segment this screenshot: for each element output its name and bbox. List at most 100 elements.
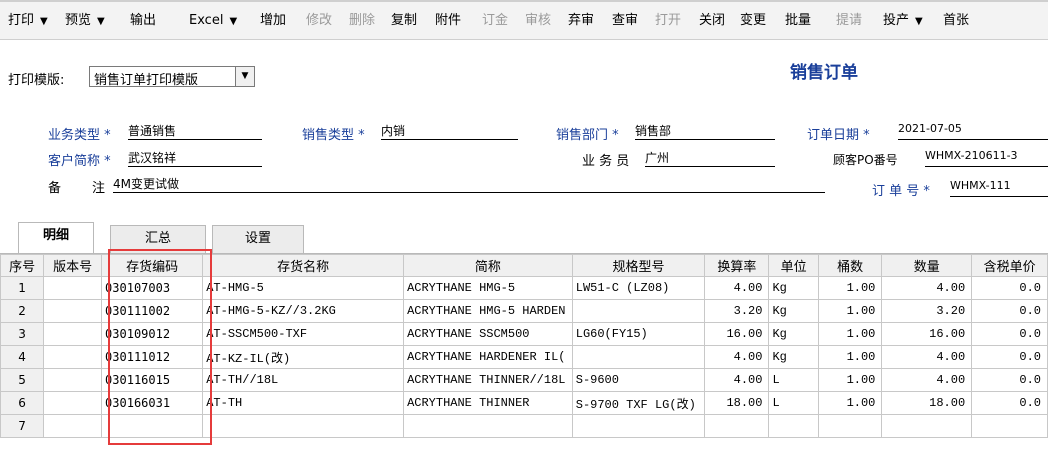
table-cell[interactable]: AT-HMG-5 (202, 276, 405, 300)
table-row[interactable]: 4 030111012 AT-KZ-IL(改) ACRYTHANE HARDENER … (0, 345, 1048, 369)
table-cell[interactable]: 18.00 (881, 391, 973, 415)
remark-field[interactable]: 4M变更试做 (113, 175, 825, 193)
table-cell[interactable] (43, 276, 103, 300)
salesman-field[interactable]: 广州 (645, 149, 775, 167)
table-cell[interactable]: 030116015 (101, 368, 204, 392)
table-cell[interactable]: AT-SSCM500-TXF (202, 322, 405, 346)
table-cell[interactable]: ACRYTHANE HMG-5 HARDEN (403, 299, 573, 323)
table-cell[interactable]: 030111012 (101, 345, 204, 369)
table-cell[interactable]: 1.00 (817, 391, 883, 415)
column-header[interactable]: 存货名称 (202, 254, 405, 277)
table-cell[interactable]: 1.00 (817, 345, 883, 369)
table-cell[interactable]: 1.00 (817, 299, 883, 323)
table-cell[interactable]: S-9600 (571, 368, 706, 392)
chevron-down-icon[interactable]: ▼ (40, 16, 48, 27)
toolbar-button-16[interactable]: 批量 (785, 2, 811, 40)
table-row[interactable]: 1 030107003 AT-HMG-5 ACRYTHANE HMG-5 LW51-C … (0, 276, 1048, 300)
column-header[interactable]: 桶数 (817, 254, 883, 277)
table-cell[interactable] (571, 414, 706, 438)
column-header[interactable]: 序号 (0, 254, 45, 277)
table-cell[interactable]: S-9700 TXF LG(改) (571, 391, 706, 415)
table-cell[interactable]: Kg (768, 299, 819, 323)
order-no-field[interactable]: WHMX-111 (950, 179, 1048, 197)
toolbar-button-12[interactable]: 查审 (612, 2, 638, 40)
table-cell[interactable]: ACRYTHANE SSCM500 (403, 322, 573, 346)
toolbar-button-11[interactable]: 弃审 (568, 2, 594, 40)
toolbar-button-15[interactable]: 变更 (740, 2, 766, 40)
toolbar-button-17[interactable]: 提请 (836, 2, 862, 40)
table-cell[interactable]: LW51-C (LZ08) (571, 276, 706, 300)
table-cell[interactable] (571, 345, 706, 369)
table-cell[interactable]: 0.0 (971, 322, 1048, 346)
chevron-down-icon[interactable]: ▼ (97, 16, 105, 27)
table-cell[interactable]: 4.00 (704, 368, 770, 392)
table-cell[interactable] (704, 414, 770, 438)
toolbar-button-2[interactable]: 输出 (130, 2, 156, 40)
table-cell[interactable]: L (768, 368, 819, 392)
table-cell[interactable]: Kg (768, 345, 819, 369)
table-cell[interactable]: Kg (768, 276, 819, 300)
table-cell[interactable]: 16.00 (881, 322, 973, 346)
column-header[interactable]: 简称 (403, 254, 573, 277)
table-cell[interactable]: ACRYTHANE THINNER (403, 391, 573, 415)
table-cell[interactable]: AT-KZ-IL(改) (202, 345, 405, 369)
chevron-down-icon[interactable]: ▼ (915, 16, 923, 27)
po-field[interactable]: WHMX-210611-3 (925, 149, 1048, 167)
table-cell[interactable] (43, 391, 103, 415)
table-cell[interactable]: Kg (768, 322, 819, 346)
table-cell[interactable]: 030109012 (101, 322, 204, 346)
table-cell[interactable] (43, 414, 103, 438)
toolbar-button-10[interactable]: 审核 (525, 2, 551, 40)
table-cell[interactable]: LG60(FY15) (571, 322, 706, 346)
table-cell[interactable]: 16.00 (704, 322, 770, 346)
toolbar-button-4[interactable]: 增加 (260, 2, 286, 40)
table-cell[interactable]: 0.0 (971, 299, 1048, 323)
toolbar-button-0[interactable]: 打印 ▼ (8, 2, 48, 40)
table-cell[interactable] (43, 299, 103, 323)
table-cell[interactable] (43, 345, 103, 369)
table-cell[interactable] (403, 414, 573, 438)
toolbar-button-6[interactable]: 删除 (349, 2, 375, 40)
table-cell[interactable] (768, 414, 819, 438)
table-cell[interactable]: 0.0 (971, 276, 1048, 300)
table-cell[interactable] (43, 322, 103, 346)
customer-field[interactable]: 武汉铭祥 (128, 149, 262, 167)
table-cell[interactable]: AT-TH//18L (202, 368, 405, 392)
print-template-select[interactable]: 销售订单打印模版 ▼ (89, 66, 255, 88)
toolbar-button-5[interactable]: 修改 (306, 2, 332, 40)
chevron-down-icon[interactable]: ▼ (235, 67, 254, 86)
table-row[interactable]: 3 030109012 AT-SSCM500-TXF ACRYTHANE SSCM50… (0, 322, 1048, 346)
table-cell[interactable] (571, 299, 706, 323)
toolbar-button-1[interactable]: 预览 ▼ (65, 2, 105, 40)
toolbar-button-8[interactable]: 附件 (435, 2, 461, 40)
table-cell[interactable] (971, 414, 1048, 438)
table-cell[interactable] (101, 414, 204, 438)
table-cell[interactable]: 1.00 (817, 276, 883, 300)
tab-settings[interactable]: 设置 (212, 225, 304, 253)
table-cell[interactable]: 0.0 (971, 391, 1048, 415)
table-cell[interactable]: 4.00 (704, 276, 770, 300)
table-row[interactable]: 5 030116015 AT-TH//18L ACRYTHANE THINNER//1… (0, 368, 1048, 392)
table-cell[interactable]: 0.0 (971, 368, 1048, 392)
table-cell[interactable]: 3.20 (704, 299, 770, 323)
chevron-down-icon[interactable]: ▼ (229, 16, 237, 27)
table-row[interactable]: 7 (0, 414, 1048, 438)
column-header[interactable]: 单位 (768, 254, 819, 277)
table-cell[interactable]: 4.00 (881, 345, 973, 369)
toolbar-button-18[interactable]: 投产 ▼ (883, 2, 923, 40)
table-cell[interactable] (881, 414, 973, 438)
column-header[interactable]: 规格型号 (571, 254, 706, 277)
table-row[interactable]: 6 030166031 AT-TH ACRYTHANE THINNER S-9700 T… (0, 391, 1048, 415)
table-cell[interactable]: AT-TH (202, 391, 405, 415)
table-cell[interactable]: 030111002 (101, 299, 204, 323)
table-cell[interactable]: 4.00 (881, 276, 973, 300)
table-cell[interactable]: AT-HMG-5-KZ//3.2KG (202, 299, 405, 323)
table-cell[interactable] (43, 368, 103, 392)
table-cell[interactable]: ACRYTHANE HMG-5 (403, 276, 573, 300)
table-cell[interactable]: 4.00 (704, 345, 770, 369)
table-cell[interactable]: ACRYTHANE THINNER//18L (403, 368, 573, 392)
toolbar-button-9[interactable]: 订金 (482, 2, 508, 40)
order-date-field[interactable]: 2021-07-05 (898, 122, 1048, 140)
column-header[interactable]: 换算率 (704, 254, 770, 277)
table-cell[interactable]: L (768, 391, 819, 415)
